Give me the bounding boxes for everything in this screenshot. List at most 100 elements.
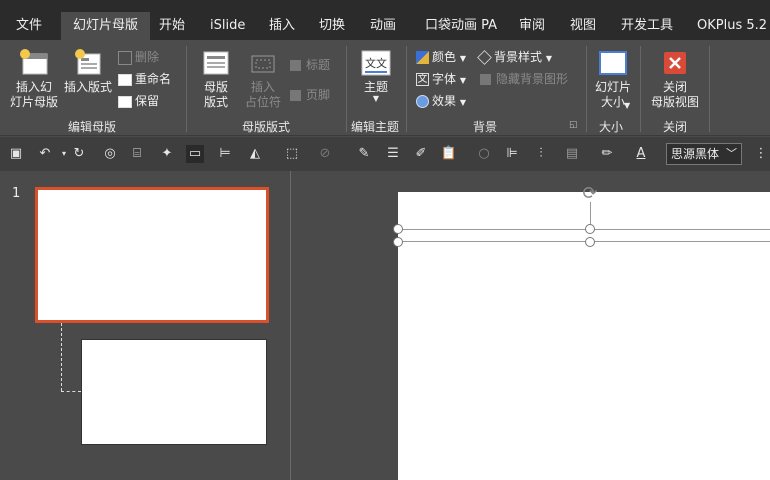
merge-shapes-icon[interactable]: ⊘ <box>316 145 334 163</box>
slide-size-icon <box>599 51 627 75</box>
colors-label: 颜色 <box>432 50 457 64</box>
insert-layout-button[interactable]: 插入版式 <box>62 48 114 95</box>
theme-label: 主题 <box>363 80 388 94</box>
colors-button[interactable]: 颜色 ▼ <box>416 48 466 66</box>
resize-handle[interactable] <box>393 237 403 247</box>
distribute-icon[interactable]: ⊫ <box>503 145 521 163</box>
fonts-icon: 文 <box>416 73 429 86</box>
redo-icon[interactable]: ↻ <box>70 145 88 163</box>
resize-handle[interactable] <box>585 237 595 247</box>
tab-view[interactable]: 视图 <box>570 12 596 40</box>
effects-button[interactable]: 效果 ▼ <box>416 92 466 110</box>
format-shape-icon[interactable]: ✎ <box>355 145 373 163</box>
preserve-button[interactable]: 保留 <box>118 92 159 110</box>
background-styles-button[interactable]: 背景样式 ▼ <box>477 48 552 66</box>
master-layout-button[interactable]: 母版 版式 <box>194 48 238 110</box>
selection-border <box>398 241 770 242</box>
background-dialog-launcher-icon[interactable]: ◱ <box>569 120 578 130</box>
font-family-select[interactable]: 思源黑体 ﹀ <box>666 143 742 165</box>
tab-animations[interactable]: 动画 <box>370 12 396 40</box>
ribbon-separator <box>640 46 641 132</box>
fonts-button[interactable]: 文字体 ▼ <box>416 70 466 88</box>
rotate-icon[interactable]: ◭ <box>246 145 264 163</box>
insert-layout-icon <box>75 49 101 75</box>
background-styles-icon <box>477 50 492 65</box>
background-styles-label: 背景样式 <box>494 50 543 64</box>
title-checkbox[interactable]: 标题 <box>290 56 330 74</box>
thumbnail-connector <box>61 391 81 392</box>
fonts-dropdown-icon: ▼ <box>459 76 466 85</box>
chart-icon[interactable]: ⫶ <box>532 145 550 163</box>
group-icon[interactable]: ⬚ <box>283 145 301 163</box>
tab-review[interactable]: 审阅 <box>519 12 545 40</box>
close-master-view-button[interactable]: 关闭 母版视图 <box>648 48 702 110</box>
tab-file[interactable]: 文件 <box>16 12 42 40</box>
undo-icon[interactable]: ↶ <box>36 145 54 163</box>
title-checkbox-label: 标题 <box>306 58 331 72</box>
text-box-icon[interactable]: ▭ <box>186 145 204 163</box>
list-icon[interactable]: ☰ <box>384 145 402 163</box>
fonts-label: 字体 <box>432 72 457 86</box>
tab-slide-master[interactable]: 幻灯片母版 <box>61 12 151 40</box>
ribbon-separator <box>586 46 587 132</box>
rotate-handle-icon[interactable]: ⟳ <box>580 184 600 204</box>
font-family-value: 思源黑体 <box>671 147 720 161</box>
circle-icon[interactable]: ○ <box>475 145 493 163</box>
svg-text:文文: 文文 <box>365 56 387 70</box>
effects-label: 效果 <box>432 94 457 108</box>
rename-label: 重命名 <box>135 72 172 86</box>
insert-slide-master-button[interactable]: 插入幻 灯片母版 <box>8 48 60 110</box>
insert-slide-master-label: 插入幻 灯片母版 <box>9 80 58 109</box>
menu-tab-bar: 文件 幻灯片母版 开始 iSlide 插入 切换 动画 口袋动画 PA 审阅 视… <box>0 0 770 40</box>
theme-button[interactable]: 文文 主题 ▼ <box>354 48 398 103</box>
delete-label: 删除 <box>135 50 160 64</box>
theme-dropdown-icon: ▼ <box>372 94 380 103</box>
resize-handle[interactable] <box>393 224 403 234</box>
master-layout-label: 母版 版式 <box>203 80 228 109</box>
tab-transitions[interactable]: 切换 <box>319 12 345 40</box>
group-label-background: 背景 <box>473 120 498 134</box>
master-layout-icon <box>203 51 229 75</box>
footer-checkbox[interactable]: 页脚 <box>290 86 330 104</box>
slideshow-icon[interactable]: ◎ <box>101 145 119 163</box>
tab-islide[interactable]: iSlide <box>210 12 245 40</box>
insert-placeholder-icon <box>251 55 275 73</box>
more-icon[interactable]: ⋮ <box>752 145 770 163</box>
eyedropper-icon[interactable]: ✐ <box>412 145 430 163</box>
align-icon[interactable]: ⊨ <box>216 145 234 163</box>
tab-home[interactable]: 开始 <box>159 12 185 40</box>
pen-color-icon[interactable]: ✏ <box>598 145 616 163</box>
animation-icon[interactable]: ✦ <box>158 145 176 163</box>
footer-checkbox-box <box>290 90 301 101</box>
resize-handle[interactable] <box>585 224 595 234</box>
slide-size-dropdown-icon: ▼ <box>624 101 631 110</box>
group-label-master-layout: 母版版式 <box>242 120 291 134</box>
colors-icon <box>416 51 429 64</box>
group-label-size: 大小 <box>599 120 624 134</box>
preserve-label: 保留 <box>135 94 160 108</box>
save-icon[interactable]: ▣ <box>7 145 25 163</box>
effects-icon <box>416 95 429 108</box>
footer-checkbox-label: 页脚 <box>306 88 331 102</box>
layout-thumbnail[interactable] <box>81 339 267 445</box>
tab-insert[interactable]: 插入 <box>269 12 295 40</box>
tab-developer[interactable]: 开发工具 <box>621 12 673 40</box>
insert-placeholder-button[interactable]: 插入 占位符 <box>238 48 288 110</box>
font-color-icon[interactable]: A <box>632 145 650 163</box>
hide-background-checkbox[interactable]: 隐藏背景图形 <box>480 70 568 88</box>
thumbnail-connector <box>61 323 62 391</box>
group-label-edit-theme: 编辑主题 <box>351 120 400 134</box>
delete-button[interactable]: 删除 <box>118 48 159 66</box>
tab-okplus[interactable]: OKPlus 5.2 <box>697 12 767 40</box>
insert-layout-label: 插入版式 <box>63 80 112 94</box>
rename-button[interactable]: 重命名 <box>118 70 171 88</box>
theme-icon: 文文 <box>361 50 391 76</box>
table-icon[interactable]: ▤ <box>563 145 581 163</box>
tab-pocket-animation[interactable]: 口袋动画 PA <box>425 12 497 40</box>
slide-canvas[interactable] <box>398 192 770 480</box>
ribbon-separator <box>346 46 347 132</box>
paste-icon[interactable]: 📋 <box>440 145 458 163</box>
insert-slide-master-icon <box>20 49 48 75</box>
master-slide-thumbnail[interactable] <box>35 187 269 323</box>
format-painter-icon[interactable]: ⌸ <box>128 145 146 163</box>
